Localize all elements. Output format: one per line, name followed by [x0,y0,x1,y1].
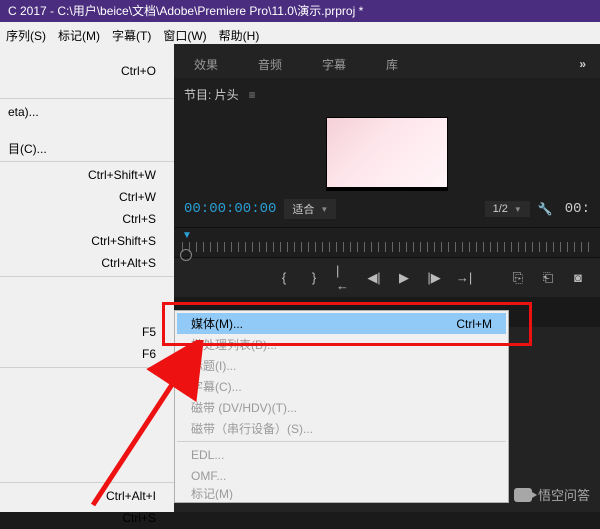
settings-wrench-icon[interactable]: 🔧 [538,202,553,216]
file-menu-shortcut[interactable]: Ctrl+Shift+S [0,230,174,252]
file-menu-shortcut[interactable]: Ctrl+S [0,507,174,529]
file-menu-item[interactable]: eta)... [0,101,174,123]
resolution-select[interactable]: 1/2▼ [485,201,530,217]
file-menu-shortcut[interactable]: Ctrl+Shift+W [0,164,174,186]
lift-icon[interactable]: ⎘ [510,270,526,286]
export-menu-item[interactable]: 媒体(M)...Ctrl+M [177,313,506,334]
file-menu-shortcut[interactable]: Ctrl+S [0,208,174,230]
file-menu-shortcut[interactable]: F5 [0,321,174,343]
file-menu-shortcut[interactable]: Ctrl+Alt+S [0,252,174,274]
tab-effects[interactable]: 效果 [174,50,238,79]
ruler-ticks [182,242,592,252]
export-menu-item: 批处理列表(B)... [177,334,506,355]
marker-ring-icon[interactable] [180,249,192,261]
export-menu-item: 标记(M) [177,486,506,500]
mark-in-icon[interactable]: { [276,270,292,285]
menu-window[interactable]: 窗口(W) [157,25,212,41]
export-menu-item: 磁带（串行设备）(S)... [177,418,506,439]
file-menu-panel: Ctrl+O eta)... 目(C)... Ctrl+Shift+W Ctrl… [0,44,174,512]
workspace-tabs: 效果 音频 字幕 库 » [174,44,600,78]
file-menu-item[interactable]: 目(C)... [0,137,174,159]
export-frame-icon[interactable]: ◙ [570,270,586,285]
menu-help[interactable]: 帮助(H) [213,25,266,41]
menu-sequence[interactable]: 序列(S) [0,25,52,41]
step-back-icon[interactable]: ◀| [366,270,382,286]
tab-captions[interactable]: 字幕 [302,50,366,79]
extract-icon[interactable]: ⎗ [540,270,556,286]
program-panel-header: 节目: 片头 ≡ [174,78,600,111]
watermark: 悟空问答 [514,485,590,504]
export-menu-item: 字幕(C)... [177,376,506,397]
timeline-ruler[interactable]: ▼ [174,227,600,257]
tabs-overflow-icon[interactable]: » [565,51,600,77]
zoom-fit-select[interactable]: 适合▼ [284,199,336,219]
menu-bar: 序列(S) 标记(M) 字幕(T) 窗口(W) 帮助(H) [0,22,600,44]
export-menu-item: OMF... [177,465,506,486]
timecode-current[interactable]: 00:00:00:00 [184,201,276,217]
menu-marker[interactable]: 标记(M) [52,25,106,41]
export-submenu: 媒体(M)...Ctrl+M批处理列表(B)...标题(I)...字幕(C)..… [174,310,509,503]
title-text: C 2017 - C:\用户\beice\文档\Adobe\Premiere P… [8,4,363,18]
watermark-text: 悟空问答 [538,485,590,504]
monitor-controls: 00:00:00:00 适合▼ 1/2▼ 🔧 00: [174,191,600,227]
file-menu-shortcut[interactable]: Ctrl+W [0,186,174,208]
file-menu-shortcut[interactable]: Ctrl+O [0,60,174,82]
main-area: Ctrl+O eta)... 目(C)... Ctrl+Shift+W Ctrl… [0,44,600,512]
program-monitor [174,111,600,191]
tab-audio[interactable]: 音频 [238,50,302,79]
export-menu-item: 磁带 (DV/HDV)(T)... [177,397,506,418]
transport-bar: { } |← ◀| ▶ |▶ →| ⎘ ⎗ ◙ [174,257,600,297]
preview-thumbnail[interactable] [326,117,448,191]
watermark-logo-icon [514,488,532,502]
program-label: 节目: 片头 [184,86,239,103]
tab-library[interactable]: 库 [366,50,418,79]
panel-menu-icon[interactable]: ≡ [249,88,256,102]
playhead-icon[interactable]: ▼ [182,230,192,241]
menu-title[interactable]: 字幕(T) [106,25,157,41]
title-bar: C 2017 - C:\用户\beice\文档\Adobe\Premiere P… [0,0,600,22]
play-icon[interactable]: ▶ [396,270,412,286]
go-out-icon[interactable]: →| [456,270,472,285]
timecode-duration: 00: [565,201,590,217]
mark-out-icon[interactable]: } [306,270,322,285]
step-fwd-icon[interactable]: |▶ [426,270,442,286]
export-menu-item: EDL... [177,444,506,465]
file-menu-shortcut[interactable]: F6 [0,343,174,365]
go-in-icon[interactable]: |← [336,263,352,293]
file-menu-shortcut[interactable]: Ctrl+Alt+I [0,485,174,507]
export-menu-item: 标题(I)... [177,355,506,376]
